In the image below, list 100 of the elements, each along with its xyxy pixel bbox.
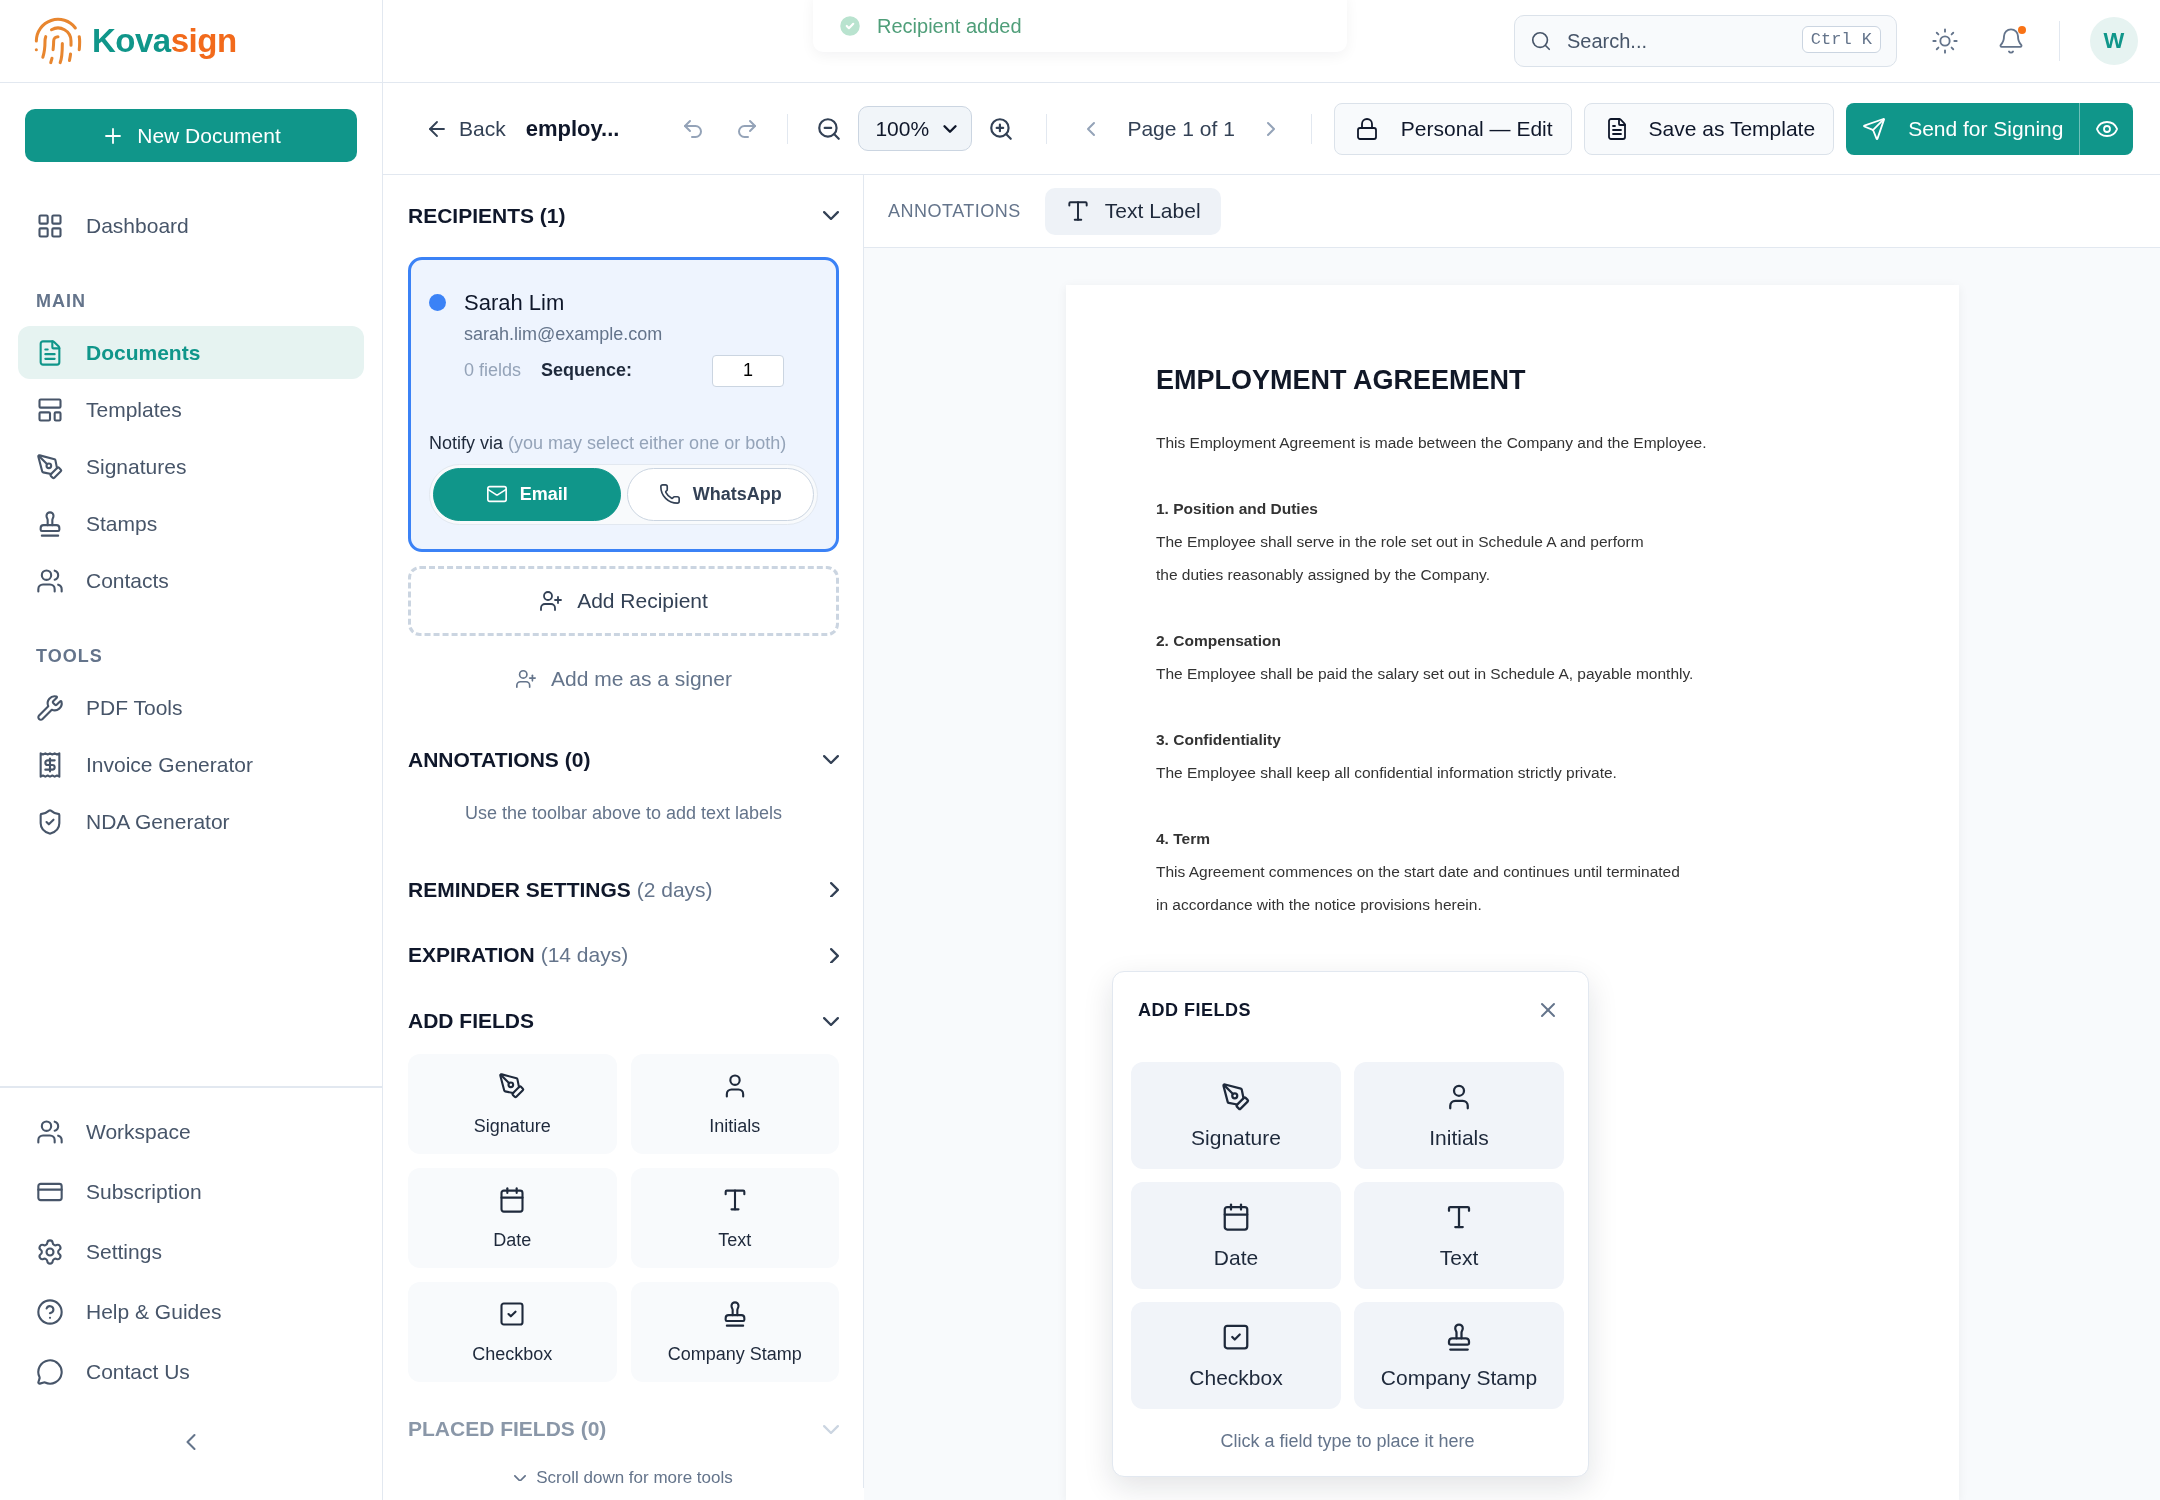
field-type-button[interactable]: Date — [1131, 1182, 1341, 1289]
field-type-button[interactable]: Date — [408, 1168, 617, 1269]
text-label-tool[interactable]: Text Label — [1044, 187, 1221, 235]
user-plus-icon — [515, 667, 538, 690]
phone-icon — [658, 483, 681, 506]
help-icon — [36, 1298, 64, 1326]
nav-item[interactable]: Help & Guides — [18, 1283, 364, 1341]
nav-item[interactable]: PDF Tools — [18, 681, 364, 734]
nav-item[interactable]: Templates — [18, 383, 364, 436]
nav-item[interactable]: Workspace — [18, 1103, 364, 1161]
field-type-button[interactable]: Text — [630, 1168, 839, 1269]
people-icon — [36, 1118, 64, 1146]
sequence-field[interactable]: 1 — [712, 354, 785, 387]
chevron-down-icon — [823, 755, 839, 765]
popup-title: ADD FIELDS — [1138, 999, 1251, 1021]
field-type-button[interactable]: Signature — [408, 1054, 617, 1155]
people-icon — [36, 566, 64, 595]
section-header[interactable]: RECIPIENTS (1) — [408, 175, 839, 257]
nav-item[interactable]: Settings — [18, 1223, 364, 1281]
send-for-signing-button[interactable]: Send for Signing — [1846, 102, 2080, 155]
notify-channel-button[interactable]: WhatsApp — [626, 467, 814, 521]
chevron-right-icon — [830, 947, 839, 964]
nav-item[interactable]: Contact Us — [18, 1343, 364, 1401]
grid-icon — [36, 211, 64, 240]
pen-icon — [1221, 1081, 1251, 1112]
section-title: REMINDER SETTINGS (2 days) — [408, 877, 713, 902]
document-text: the duties reasonably assigned by the Company. — [1156, 565, 1492, 585]
chevron-down-icon — [823, 1016, 839, 1026]
check-circle-icon — [837, 13, 863, 39]
add-me-link[interactable]: Add me as a signer — [509, 665, 738, 692]
logo-icon — [32, 15, 84, 67]
zoom-select[interactable]: 100% — [858, 106, 973, 151]
section-header[interactable]: ANNOTATIONS (0) — [408, 726, 839, 793]
section-header[interactable]: REMINDER SETTINGS (2 days) — [408, 856, 839, 923]
calendar-icon — [498, 1185, 527, 1214]
field-type-button[interactable]: Initials — [1354, 1062, 1564, 1169]
calendar-icon — [1221, 1201, 1251, 1232]
settings-icon — [36, 1238, 64, 1266]
field-count: 0 fields — [464, 360, 522, 382]
section-title: ANNOTATIONS (0) — [408, 747, 591, 772]
section-title: PLACED FIELDS (0) — [408, 1417, 607, 1442]
clause-heading: 3. Confidentiality — [1156, 730, 1282, 750]
nav-item[interactable]: Contacts — [18, 554, 364, 607]
pen-icon — [36, 452, 64, 481]
nav-section-title: TOOLS — [35, 645, 104, 668]
recipient-card[interactable]: Sarah Lim sarah.lim@example.com 0 fields Sequence: 1 Notify via (you may select either one or both) Email WhatsApp — [408, 256, 839, 552]
nav-item[interactable]: NDA Generator — [18, 795, 364, 848]
toast-message: Recipient added — [877, 14, 1022, 38]
document-text: The Employee shall serve in the role set out in Schedule A and perform — [1156, 532, 1645, 552]
annotations-hint: Use the toolbar above to add text labels — [463, 802, 784, 824]
annotations-label: ANNOTATIONS — [888, 200, 1021, 222]
section-header[interactable]: ADD FIELDS — [408, 988, 839, 1055]
save-template-button[interactable]: Save as Template — [1583, 102, 1835, 155]
send-icon — [1862, 116, 1887, 141]
field-type-button[interactable]: Company Stamp — [1354, 1302, 1564, 1409]
page-indicator: Page 1 of 1 — [1127, 116, 1235, 141]
nav-item[interactable]: Dashboard — [18, 199, 364, 252]
new-document-button[interactable]: New Document — [25, 109, 357, 162]
layout-icon — [36, 395, 64, 424]
field-type-button[interactable]: Text — [1354, 1182, 1564, 1289]
notify-channel-button[interactable]: Email — [433, 467, 621, 521]
document-heading: EMPLOYMENT AGREEMENT — [1156, 365, 1527, 396]
field-type-button[interactable]: Signature — [1131, 1062, 1341, 1169]
section-title: RECIPIENTS (1) — [408, 203, 566, 228]
clause-heading: 1. Position and Duties — [1156, 499, 1319, 519]
pen-icon — [498, 1071, 527, 1100]
document-text: The Employee shall be paid the salary set out in Schedule A, payable monthly. — [1156, 664, 1695, 684]
wrench-icon — [36, 693, 64, 722]
logo-text: Kovasign — [92, 22, 237, 60]
field-type-button[interactable]: Checkbox — [408, 1282, 617, 1383]
recipient-name: Sarah Lim — [464, 289, 565, 316]
shortcut-hint: Ctrl K — [1801, 26, 1881, 53]
nav-item[interactable]: Subscription — [18, 1163, 364, 1221]
field-type-button[interactable]: Initials — [630, 1054, 839, 1155]
preview-button[interactable] — [2079, 102, 2134, 155]
user-plus-icon — [539, 588, 564, 613]
back-button[interactable]: Back — [421, 112, 510, 145]
clause-heading: 4. Term — [1156, 829, 1211, 849]
chevron-right-icon — [830, 881, 839, 898]
nav-item[interactable]: Invoice Generator — [18, 738, 364, 791]
chevron-down-icon — [823, 211, 839, 221]
popup-hint: Click a field type to place it here — [1219, 1431, 1476, 1452]
chevron-down-icon — [823, 1424, 839, 1434]
add-recipient-button[interactable]: Add Recipient — [408, 565, 839, 636]
checkbox-icon — [498, 1299, 527, 1328]
mode-button[interactable]: Personal — Edit — [1333, 102, 1572, 155]
document-text: This Employment Agreement is made between the Company and the Employee. — [1156, 433, 1708, 453]
document-title: employ... — [525, 115, 620, 142]
field-type-button[interactable]: Checkbox — [1131, 1302, 1341, 1409]
nav-item[interactable]: Stamps — [18, 497, 364, 550]
document-text: in accordance with the notice provisions herein. — [1156, 895, 1483, 915]
field-type-button[interactable]: Company Stamp — [630, 1282, 839, 1383]
section-header[interactable]: EXPIRATION (14 days) — [408, 922, 839, 989]
chevron-down-icon — [514, 1474, 527, 1482]
section-title: ADD FIELDS — [408, 1009, 534, 1034]
nav-item[interactable]: Signatures — [18, 440, 364, 493]
nav-section-title: MAIN — [35, 290, 87, 313]
search-icon — [1530, 30, 1552, 52]
sequence-label: Sequence: — [541, 360, 633, 382]
scroll-hint-text: Scroll down for more tools — [536, 1468, 733, 1488]
